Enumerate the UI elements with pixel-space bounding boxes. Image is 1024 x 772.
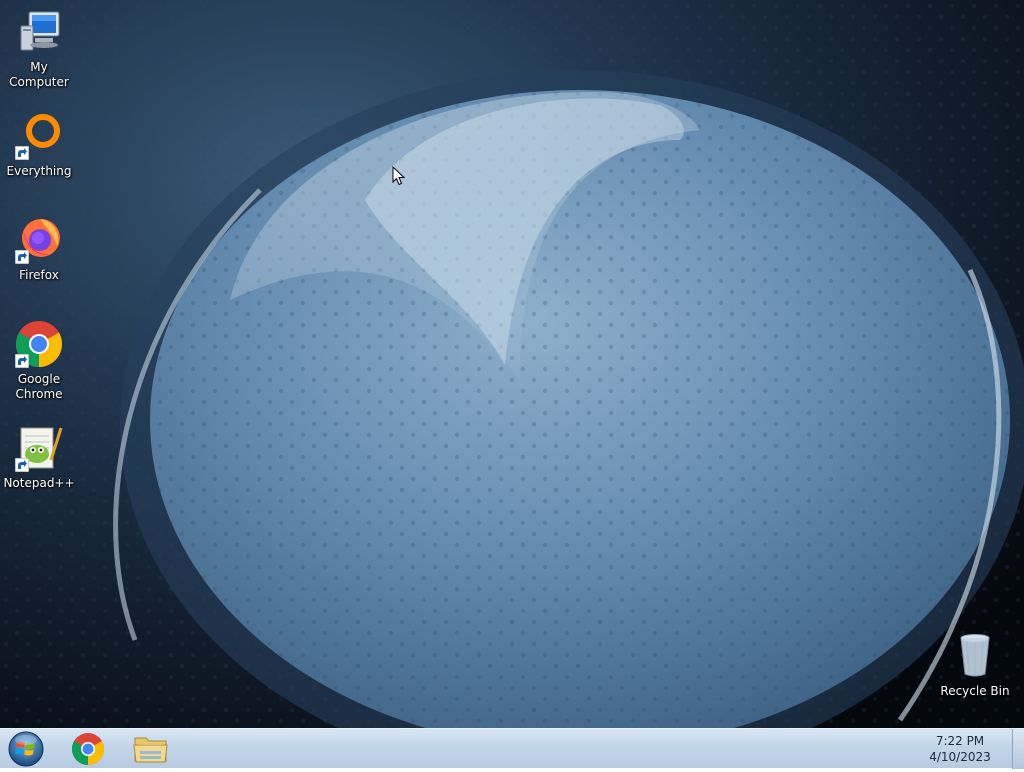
desktop-icon-everything[interactable]: Everything (0, 112, 78, 179)
mouse-cursor-icon (392, 166, 406, 186)
desktop-icon-label: Notepad++ (3, 476, 75, 490)
start-button[interactable] (6, 730, 46, 768)
desktop-icon-label: Google Chrome (15, 372, 63, 401)
desktop[interactable]: My Computer Everything Firefox Google Ch… (0, 0, 1024, 728)
firefox-icon (15, 216, 63, 264)
desktop-icon-my-computer[interactable]: My Computer (0, 8, 78, 90)
clock-time: 7:22 PM (935, 734, 985, 748)
desktop-icon-google-chrome[interactable]: Google Chrome (0, 320, 78, 402)
shortcut-arrow-icon (15, 250, 29, 264)
desktop-icon-notepadpp[interactable]: Notepad++ (0, 424, 78, 491)
taskbar: 7:22 PM 4/10/2023 (0, 728, 1024, 769)
system-clock[interactable]: 7:22 PM 4/10/2023 (918, 733, 1002, 765)
desktop-icon-recycle-bin[interactable]: Recycle Bin (936, 632, 1014, 699)
show-desktop-button[interactable] (1012, 729, 1024, 769)
folder-icon (133, 737, 168, 763)
wallpaper (0, 0, 1024, 728)
recycle-bin-icon (951, 632, 999, 680)
desktop-icon-label: Everything (6, 164, 72, 178)
taskbar-button-explorer[interactable] (124, 731, 176, 767)
desktop-icon-label: My Computer (9, 60, 69, 89)
shortcut-arrow-icon (15, 458, 29, 472)
desktop-icon-label: Recycle Bin (940, 684, 1010, 698)
shortcut-arrow-icon (15, 354, 29, 368)
notepadpp-icon (15, 424, 63, 472)
chrome-icon (15, 320, 63, 368)
shortcut-arrow-icon (15, 146, 29, 160)
windows-logo-icon (8, 731, 44, 767)
clock-date: 4/10/2023 (929, 750, 991, 764)
desktop-icon-label: Firefox (19, 268, 59, 282)
computer-icon (15, 8, 63, 56)
chrome-icon (71, 733, 105, 766)
everything-icon (15, 112, 63, 160)
taskbar-button-chrome[interactable] (62, 731, 114, 767)
desktop-icon-firefox[interactable]: Firefox (0, 216, 78, 283)
